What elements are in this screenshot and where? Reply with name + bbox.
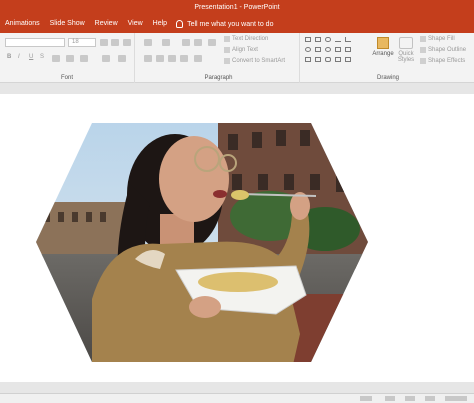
quick-styles-button[interactable]: Quick Styles bbox=[395, 37, 417, 69]
window-title: Presentation1 - PowerPoint bbox=[194, 4, 280, 11]
shape-cloud-icon[interactable] bbox=[325, 57, 331, 62]
font-group: 18 B I U S Font bbox=[0, 33, 135, 83]
title-bar: Presentation1 - PowerPoint bbox=[0, 0, 474, 15]
shape-outline-button[interactable]: Shape Outline bbox=[420, 47, 466, 53]
shrink-font-icon[interactable] bbox=[111, 39, 119, 46]
convert-smartart-button[interactable]: Convert to SmartArt bbox=[224, 58, 285, 64]
shape-fill-button[interactable]: Shape Fill bbox=[420, 36, 455, 42]
shadow-icon[interactable]: S bbox=[40, 54, 44, 60]
paint-bucket-icon bbox=[420, 36, 426, 42]
zoom-slider[interactable] bbox=[445, 396, 467, 401]
bold-icon[interactable]: B bbox=[7, 54, 11, 60]
grow-font-icon[interactable] bbox=[100, 39, 108, 46]
shape-circle-icon[interactable] bbox=[325, 47, 331, 52]
tab-help[interactable]: Help bbox=[148, 15, 172, 33]
align-right-icon[interactable] bbox=[168, 55, 176, 62]
shape-brace-icon[interactable] bbox=[305, 57, 311, 62]
justify-icon[interactable] bbox=[180, 55, 188, 62]
char-spacing-icon[interactable] bbox=[66, 55, 74, 62]
drawing-group: Arrange Quick Styles Shape Fill Shape Ou… bbox=[302, 33, 474, 83]
font-name-box[interactable] bbox=[5, 38, 65, 47]
align-center-icon[interactable] bbox=[156, 55, 164, 62]
tab-animations[interactable]: Animations bbox=[0, 15, 45, 33]
tell-me-text: Tell me what you want to do bbox=[187, 20, 274, 28]
shape-connector-icon[interactable] bbox=[345, 37, 351, 42]
italic-icon[interactable]: I bbox=[18, 54, 20, 60]
tab-review[interactable]: Review bbox=[90, 15, 123, 33]
shape-rectangle-icon[interactable] bbox=[305, 37, 311, 42]
shape-arrow-icon[interactable] bbox=[335, 47, 341, 52]
change-case-icon[interactable] bbox=[80, 55, 88, 62]
decrease-indent-icon[interactable] bbox=[182, 39, 190, 46]
slide-canvas[interactable] bbox=[0, 94, 474, 382]
ribbon: 18 B I U S Font Text Direction Align Tex… bbox=[0, 33, 474, 83]
shape-square-icon[interactable] bbox=[315, 47, 321, 52]
align-text-button[interactable]: Align Text bbox=[224, 47, 258, 53]
hexagon-photo[interactable] bbox=[0, 94, 474, 382]
underline-icon[interactable]: U bbox=[29, 54, 33, 60]
shape-rounded-icon[interactable] bbox=[325, 37, 331, 42]
effects-icon bbox=[420, 58, 426, 64]
strikethrough-icon[interactable] bbox=[52, 55, 60, 62]
paragraph-group: Text Direction Align Text Convert to Sma… bbox=[138, 33, 300, 83]
shape-wave-icon[interactable] bbox=[335, 57, 341, 62]
lightbulb-icon bbox=[176, 20, 184, 28]
normal-view-icon[interactable] bbox=[385, 396, 395, 401]
shape-textbox-icon[interactable] bbox=[315, 37, 321, 42]
line-spacing-icon[interactable] bbox=[208, 39, 216, 46]
drawing-group-label: Drawing bbox=[376, 75, 399, 81]
notes-icon[interactable] bbox=[360, 396, 372, 401]
arrange-icon bbox=[377, 37, 389, 49]
shape-effects-button[interactable]: Shape Effects bbox=[420, 58, 465, 64]
shape-oval-icon[interactable] bbox=[305, 47, 311, 52]
shape-star-icon[interactable] bbox=[345, 47, 351, 52]
increase-indent-icon[interactable] bbox=[194, 39, 202, 46]
font-color-icon[interactable] bbox=[118, 55, 126, 62]
align-text-icon bbox=[224, 47, 230, 53]
status-bar bbox=[0, 393, 474, 403]
clear-format-icon[interactable] bbox=[123, 39, 131, 46]
tab-slide-show[interactable]: Slide Show bbox=[45, 15, 90, 33]
shape-line-icon[interactable] bbox=[335, 37, 341, 42]
tell-me-box[interactable]: Tell me what you want to do bbox=[176, 20, 273, 28]
bullets-icon[interactable] bbox=[144, 39, 152, 46]
shape-more-icon[interactable] bbox=[345, 57, 351, 62]
arrange-button[interactable]: Arrange bbox=[372, 37, 394, 69]
text-direction-icon bbox=[224, 36, 230, 42]
smartart-icon bbox=[224, 58, 230, 64]
ribbon-tabs: Animations Slide Show Review View Help T… bbox=[0, 15, 474, 33]
slide-editor-area bbox=[0, 83, 474, 403]
tab-view[interactable]: View bbox=[123, 15, 148, 33]
columns-icon[interactable] bbox=[194, 55, 202, 62]
pen-icon bbox=[420, 47, 426, 53]
font-group-label: Font bbox=[60, 75, 73, 81]
paragraph-group-label: Paragraph bbox=[204, 75, 233, 81]
reading-view-icon[interactable] bbox=[425, 396, 435, 401]
shape-callout-icon[interactable] bbox=[315, 57, 321, 62]
font-size-box[interactable]: 18 bbox=[68, 38, 96, 47]
quick-styles-icon bbox=[399, 37, 413, 49]
highlight-icon[interactable] bbox=[102, 55, 110, 62]
numbering-icon[interactable] bbox=[162, 39, 170, 46]
slide-sorter-icon[interactable] bbox=[405, 396, 415, 401]
text-direction-button[interactable]: Text Direction bbox=[224, 36, 268, 42]
align-left-icon[interactable] bbox=[144, 55, 152, 62]
